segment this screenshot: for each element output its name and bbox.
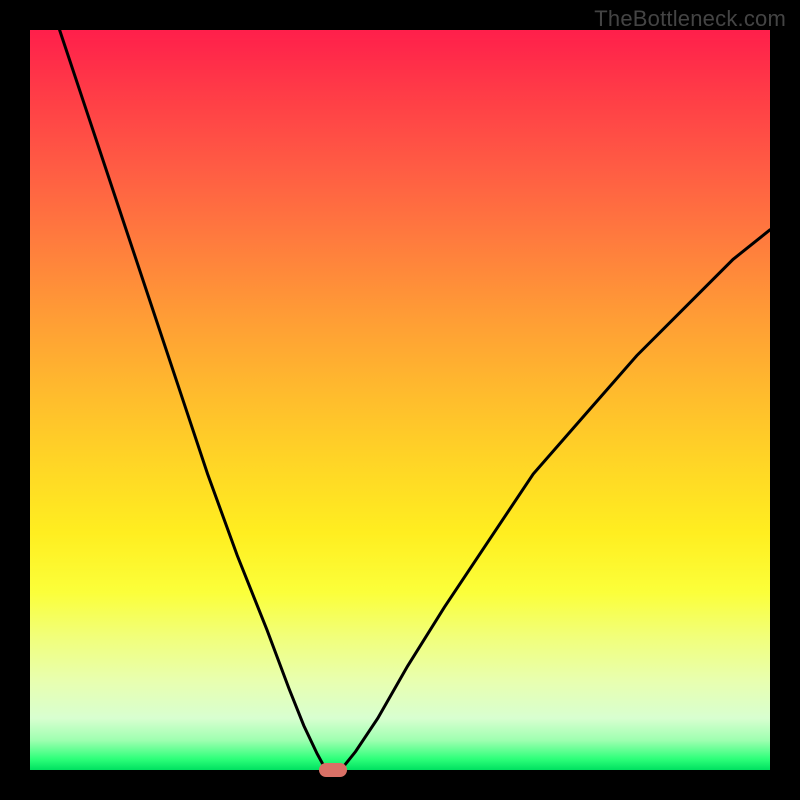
bottleneck-curve [30,30,770,770]
watermark-text: TheBottleneck.com [594,6,786,32]
bottleneck-marker [319,763,347,777]
chart-plot-area [30,30,770,770]
